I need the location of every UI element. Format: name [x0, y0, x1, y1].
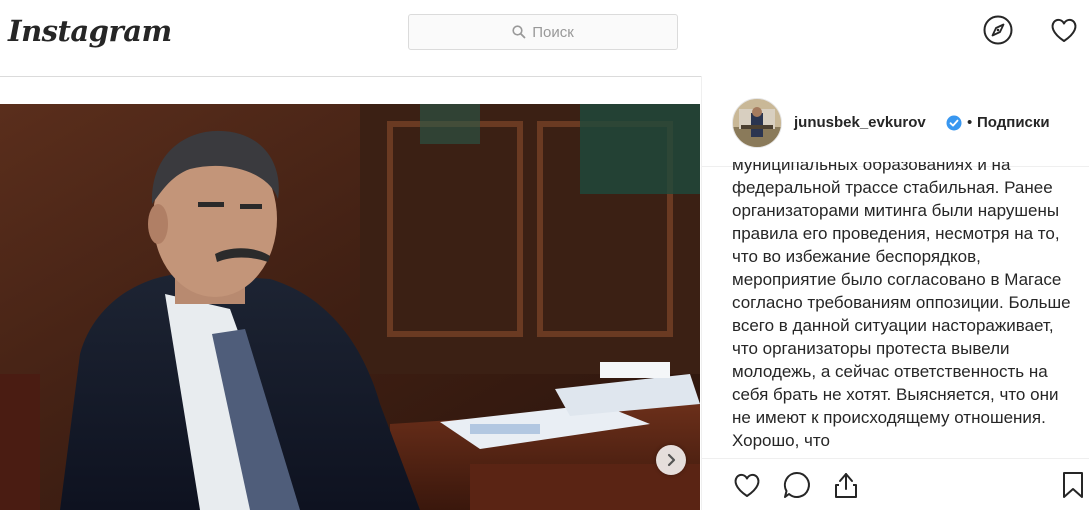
explore-compass-icon[interactable] [982, 14, 1014, 46]
photo-man-at-desk [0, 104, 700, 510]
verified-badge-icon [946, 115, 962, 131]
search-placeholder: Поиск [532, 23, 574, 41]
post-username[interactable]: junusbek_evkurov [794, 114, 926, 131]
next-slide-button[interactable] [656, 445, 686, 475]
caption-text: муниципальных образованиях и на федераль… [732, 162, 1071, 450]
separator-dot: • [967, 114, 973, 131]
share-icon[interactable] [830, 469, 862, 501]
comment-icon[interactable] [781, 469, 813, 501]
post-header: junusbek_evkurov • Подписки [702, 76, 1089, 167]
search-input[interactable]: Поиск [408, 14, 678, 50]
post-actions-bar [702, 458, 1089, 511]
activity-heart-icon[interactable] [1048, 14, 1080, 46]
following-button[interactable]: Подписки [977, 114, 1050, 131]
instagram-logo[interactable]: Instagram [8, 14, 172, 48]
next-arrow-icon [667, 453, 676, 467]
post-side-panel: junusbek_evkurov • Подписки муниципальны… [701, 76, 1089, 510]
top-navigation-bar: Instagram Поиск [0, 0, 1089, 77]
avatar[interactable] [732, 98, 782, 148]
like-icon[interactable] [731, 469, 763, 501]
avatar-photo [733, 99, 781, 147]
post-image[interactable] [0, 104, 700, 510]
search-icon [512, 25, 526, 39]
save-icon[interactable] [1057, 469, 1089, 501]
post-caption: муниципальных образованиях и на федераль… [732, 162, 1082, 458]
